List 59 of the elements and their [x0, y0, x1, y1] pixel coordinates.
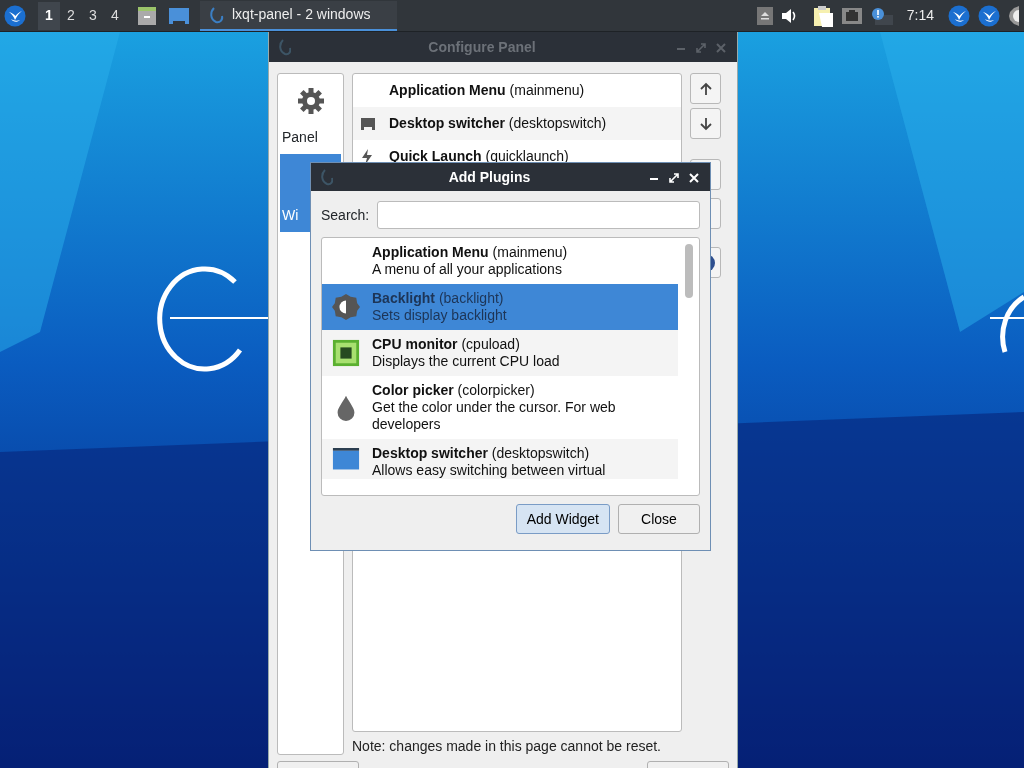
swirl-icon — [319, 168, 333, 186]
chip-icon — [332, 338, 360, 368]
arrow-down-icon — [698, 116, 713, 131]
clipboard-icon[interactable] — [812, 4, 833, 27]
plugin-description: Displays the current CPU load — [372, 353, 560, 370]
plugin-name: Backlight (backlight) — [372, 290, 505, 307]
scrollbar-thumb[interactable] — [685, 244, 693, 298]
note-text: Note: changes made in this page cannot be reset. — [352, 737, 662, 756]
plugin-name: Application Menu (mainmenu) — [372, 244, 568, 261]
workspace-button[interactable]: 3 — [82, 1, 104, 30]
plugin-name: CPU monitor (cpuload) — [372, 336, 521, 353]
workspace-button[interactable]: 2 — [60, 1, 82, 30]
desktop-icon — [361, 118, 375, 131]
search-label: Search: — [321, 205, 370, 225]
plugin-description: Get the color under the cursor. For web developers — [372, 399, 617, 433]
move-up-button[interactable] — [690, 73, 721, 104]
taskbar-task-button[interactable]: lxqt-panel - 2 windows — [200, 0, 397, 31]
plugin-description: A menu of all your applications — [372, 261, 563, 278]
dialog-button[interactable]: Add Widget — [515, 504, 610, 534]
workspace-button[interactable]: 4 — [104, 1, 126, 30]
close-icon — [689, 173, 699, 184]
search-field[interactable] — [377, 201, 700, 229]
backlight-icon — [332, 292, 360, 322]
bird-logo-icon[interactable] — [948, 4, 970, 27]
eject-icon[interactable] — [756, 6, 773, 25]
widget-row[interactable]: Application Menu (mainmenu) — [353, 74, 681, 107]
swirl-icon — [277, 38, 291, 56]
close-button[interactable] — [686, 170, 702, 184]
maximize-icon — [669, 173, 679, 184]
widget-row[interactable]: Desktop switcher (desktopswitch) — [353, 107, 681, 140]
window-title: Add Plugins — [447, 167, 532, 187]
bird-logo-icon[interactable] — [4, 4, 26, 27]
plugin-row[interactable]: CPU monitor (cpuload) Displays the current CPU load — [322, 330, 678, 376]
plugin-row[interactable]: Desktop switcher (desktopswitch) Allows easy switching between virtual — [322, 439, 678, 479]
window-title: Configure Panel — [427, 37, 537, 57]
sidebar-item[interactable]: Panel — [280, 76, 341, 154]
file-cabinet-icon[interactable] — [136, 5, 158, 26]
arrow-up-icon — [698, 81, 713, 96]
clock[interactable]: 7:14 — [906, 5, 934, 26]
maximize-icon — [696, 43, 706, 54]
network-port-icon[interactable] — [840, 6, 863, 25]
plugin-name: Desktop switcher (desktopswitch) — [372, 445, 591, 462]
maximize-button[interactable] — [666, 170, 682, 184]
dialog-button[interactable]: Close — [618, 504, 700, 534]
move-down-button[interactable] — [690, 108, 721, 139]
swirl-icon — [208, 5, 224, 24]
bird-logo-icon[interactable] — [978, 4, 1000, 27]
plugin-name: Color picker (colorpicker) — [372, 382, 536, 399]
volume-icon[interactable] — [780, 7, 797, 24]
plugin-description: Allows easy switching between virtual — [372, 462, 606, 479]
notification-icon[interactable] — [870, 6, 893, 25]
desktop-icon[interactable] — [168, 5, 190, 26]
backlight-icon[interactable] — [1008, 4, 1020, 27]
plugin-row[interactable]: Color picker (colorpicker) Get the color under the cursor. For web developers — [322, 376, 678, 439]
plugin-description: Sets display backlight — [372, 307, 507, 324]
settings-icon — [295, 86, 326, 116]
plugin-row[interactable]: Application Menu (mainmenu) A menu of all your applications — [322, 238, 678, 284]
workspace-button[interactable]: 1 — [38, 1, 60, 30]
close-icon — [716, 43, 726, 54]
